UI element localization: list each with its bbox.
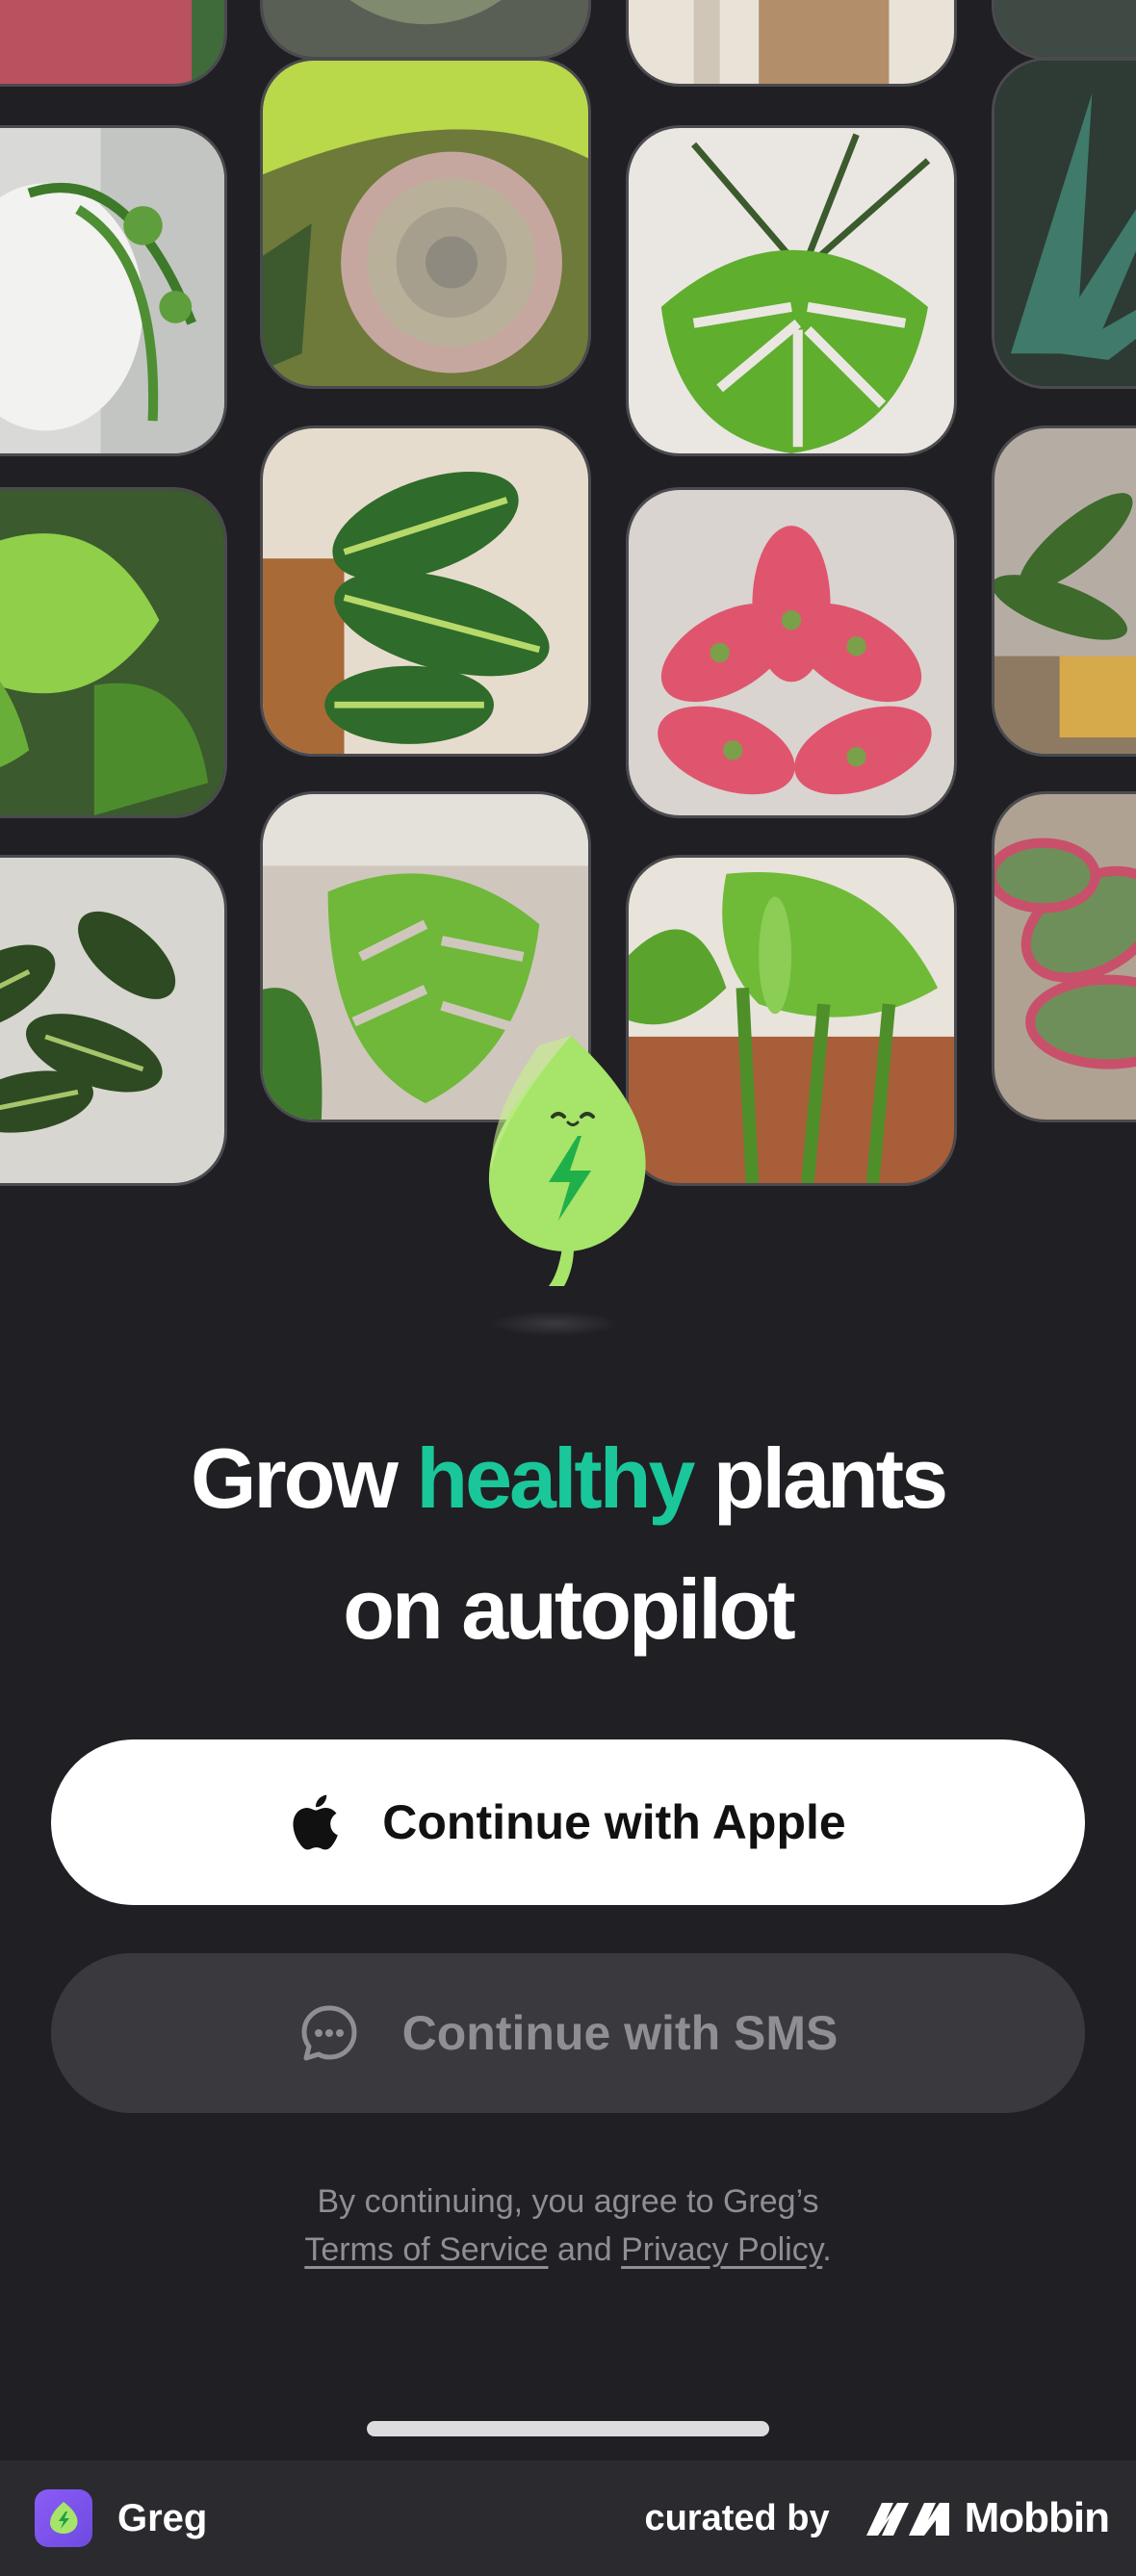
plant-photo xyxy=(626,855,957,1186)
chat-bubble-icon xyxy=(298,2002,360,2064)
plant-photo xyxy=(0,125,227,456)
plant-photo xyxy=(626,125,957,456)
plant-photo xyxy=(626,487,957,818)
legal-prefix: By continuing, you agree to Greg’s xyxy=(317,2183,819,2220)
app-name: Greg xyxy=(117,2496,208,2539)
continue-with-apple-button[interactable]: Continue with Apple xyxy=(51,1739,1085,1905)
plant-photo xyxy=(626,0,957,87)
continue-with-sms-button[interactable]: Continue with SMS xyxy=(51,1953,1085,2113)
plant-photo-grid xyxy=(0,0,1136,1194)
plant-photo xyxy=(992,425,1136,757)
plant-photo xyxy=(992,0,1136,60)
plant-photo xyxy=(260,0,591,60)
headline-accent: healthy xyxy=(416,1430,695,1526)
home-indicator xyxy=(367,2421,769,2436)
legal-and: and xyxy=(548,2231,622,2268)
plant-photo xyxy=(260,58,591,389)
continue-with-apple-label: Continue with Apple xyxy=(382,1795,846,1849)
apple-icon xyxy=(290,1792,340,1852)
terms-of-service-link[interactable]: Terms of Service xyxy=(304,2231,548,2268)
plant-photo xyxy=(0,487,227,818)
continue-with-sms-label: Continue with SMS xyxy=(401,2006,839,2060)
mobbin-brand: Mobbin xyxy=(964,2494,1110,2541)
legal-suffix: . xyxy=(822,2231,832,2268)
greg-app-icon xyxy=(35,2489,92,2547)
headline-line-2: on autopilot xyxy=(343,1561,795,1657)
curated-by-label: curated by xyxy=(644,2497,830,2538)
headline-text: Grow xyxy=(190,1430,417,1526)
headline-line-1: Grow healthy plants xyxy=(0,1413,1136,1544)
legal-disclaimer: By continuing, you agree to Greg’s Terms… xyxy=(0,2177,1136,2274)
leaf-mascot-icon xyxy=(488,1036,646,1286)
footer-bar: Greg curated by Mobbin xyxy=(0,2460,1136,2576)
headline-text: plants xyxy=(692,1430,948,1526)
mobbin-logo: Mobbin xyxy=(865,2494,1110,2542)
headline: Grow healthy plants on autopilot xyxy=(0,1413,1136,1675)
plant-photo xyxy=(0,855,227,1186)
plant-photo xyxy=(992,58,1136,389)
plant-photo xyxy=(992,791,1136,1122)
plant-photo xyxy=(260,425,591,757)
mobbin-mark-icon xyxy=(865,2503,949,2536)
legal-links-line: Terms of Service and Privacy Policy. xyxy=(0,2226,1136,2274)
privacy-policy-link[interactable]: Privacy Policy xyxy=(621,2231,822,2268)
mascot-shadow xyxy=(491,1311,618,1336)
plant-photo xyxy=(0,0,227,87)
